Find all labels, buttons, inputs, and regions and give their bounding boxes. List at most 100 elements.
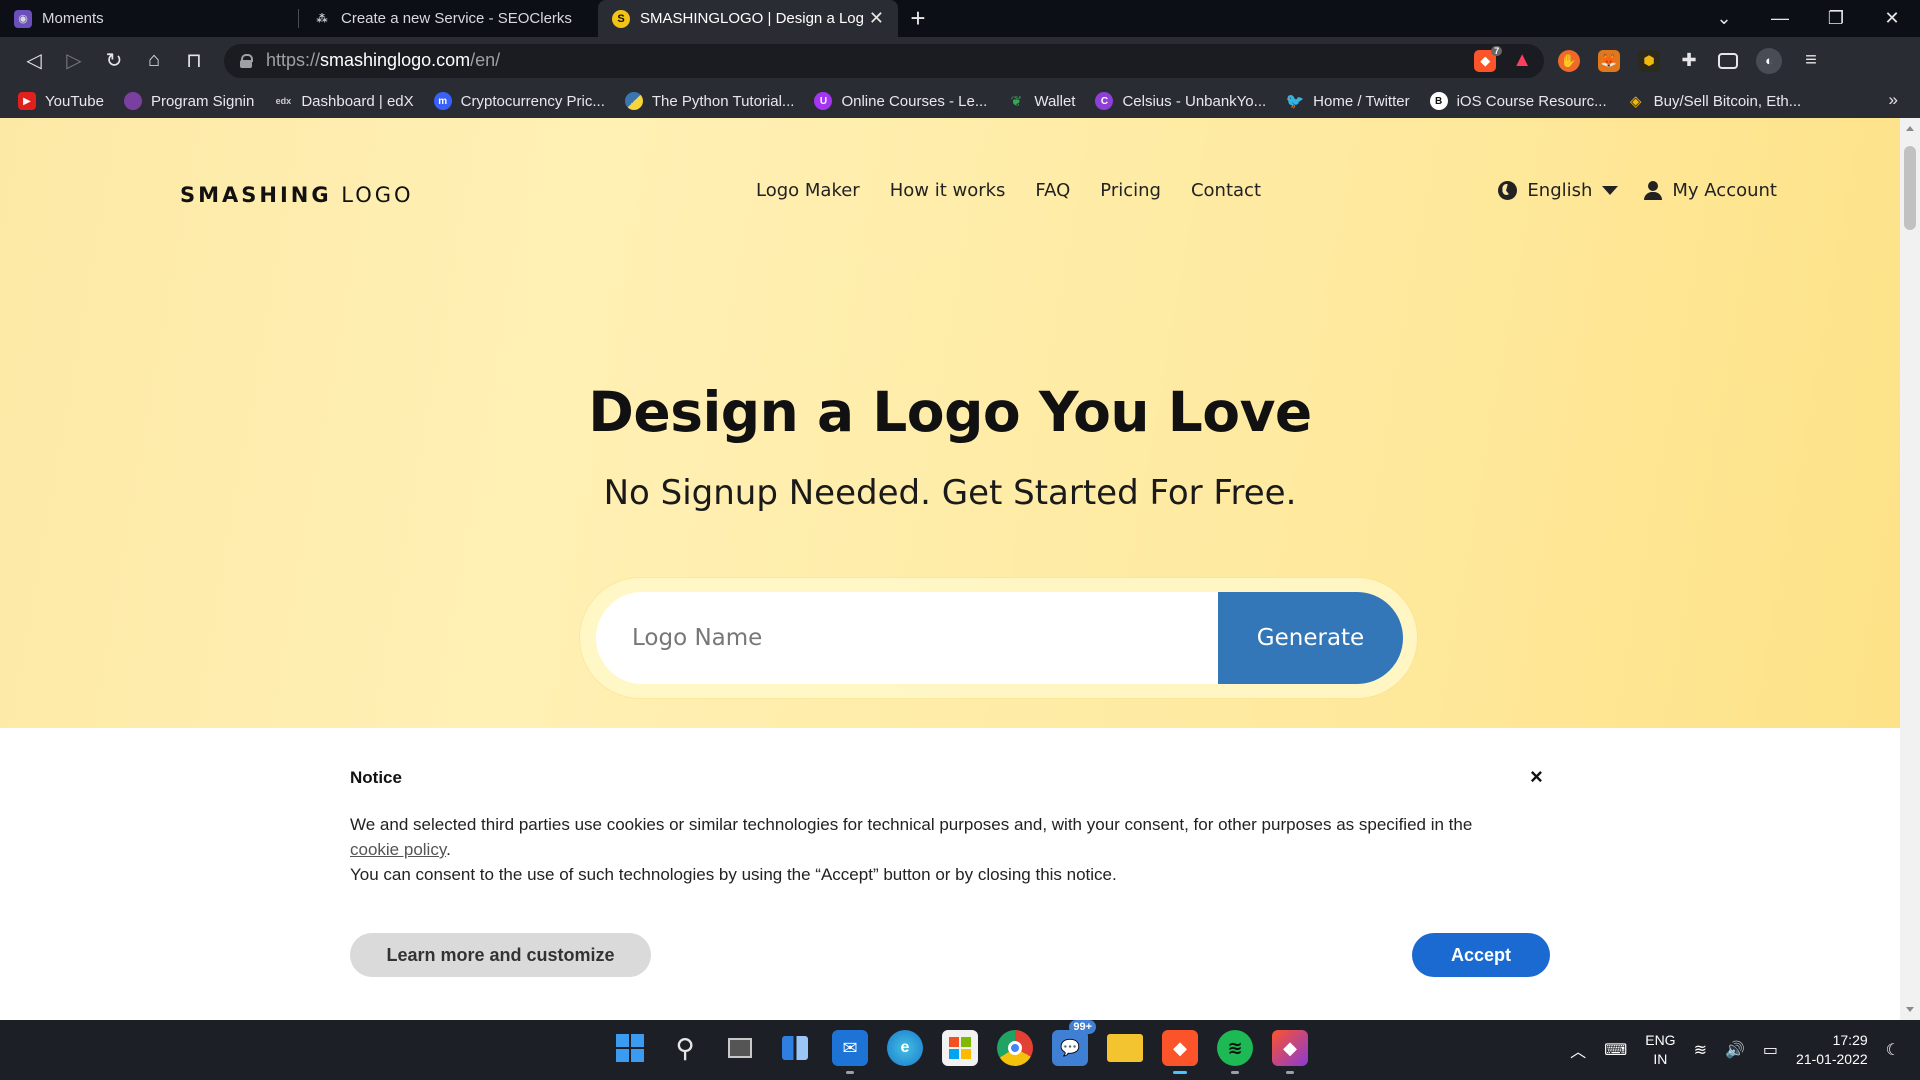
chevron-up-icon[interactable]: ︿ xyxy=(1570,1038,1586,1062)
bookmark-program-signin[interactable]: Program Signin xyxy=(123,92,255,110)
menu-icon[interactable]: ≡ xyxy=(1800,49,1822,72)
header-actions: English My Account xyxy=(1498,180,1777,201)
brave-beta-icon[interactable]: ◆ xyxy=(1272,1030,1308,1074)
notice-body: We and selected third parties use cookie… xyxy=(350,812,1550,887)
nav-faq[interactable]: FAQ xyxy=(1035,180,1070,201)
seoclerks-icon: ⁂ xyxy=(316,13,328,25)
restore-icon[interactable]: ❐ xyxy=(1808,8,1864,29)
brave-rewards-icon[interactable]: ▲ xyxy=(1512,49,1532,72)
binance-icon: ◈ xyxy=(1629,93,1642,110)
keyboard-icon[interactable]: ⌨ xyxy=(1604,1040,1627,1060)
page-scrollbar[interactable] xyxy=(1900,118,1920,1020)
extension-icon[interactable]: ✋ xyxy=(1558,49,1580,72)
learn-more-button[interactable]: Learn more and customize xyxy=(350,933,651,977)
volume-icon[interactable]: 🔊 xyxy=(1725,1040,1745,1060)
close-window-icon[interactable]: ✕ xyxy=(1864,8,1920,29)
notice-text-2: You can consent to the use of such techn… xyxy=(350,865,1117,884)
forward-icon[interactable]: ▷ xyxy=(54,45,94,77)
generate-button[interactable]: Generate xyxy=(1218,592,1403,684)
bookmark-ios-course[interactable]: BiOS Course Resourc... xyxy=(1429,92,1607,110)
clock[interactable]: 17:29 21-01-2022 xyxy=(1796,1031,1868,1069)
brave-icon[interactable]: ◆ xyxy=(1162,1030,1198,1074)
bookmark-label: Online Courses - Le... xyxy=(841,92,988,110)
my-account-link[interactable]: My Account xyxy=(1672,180,1777,201)
bookmark-wallet[interactable]: ❦ Wallet xyxy=(1007,92,1075,110)
chat-icon[interactable]: 💬 99+ xyxy=(1052,1020,1096,1066)
page-viewport: SMASHING LOGO Logo Maker How it works FA… xyxy=(0,118,1920,1020)
running-indicator xyxy=(846,1071,854,1074)
minimize-icon[interactable]: — xyxy=(1752,8,1808,29)
widgets-icon[interactable] xyxy=(777,1030,813,1066)
tab-moments[interactable]: ◉ Moments xyxy=(0,0,299,37)
scroll-up-icon[interactable] xyxy=(1906,126,1914,131)
url-path: /en/ xyxy=(470,50,501,70)
bookmark-edx[interactable]: edx Dashboard | edX xyxy=(274,92,414,110)
avatar[interactable]: ◐ xyxy=(1756,47,1782,74)
ios-course-icon: B xyxy=(1429,92,1448,110)
bookmark-icon[interactable]: ⊓ xyxy=(174,45,214,77)
bookmark-binance[interactable]: ◈ Buy/Sell Bitcoin, Eth... xyxy=(1627,92,1801,111)
scroll-down-icon[interactable] xyxy=(1906,1007,1914,1012)
metamask-icon[interactable]: 🦊 xyxy=(1598,49,1620,72)
system-tray: ︿ ⌨ ENG IN ≋ 🔊 ▭ 17:29 21-01-2022 ☾ xyxy=(1570,1020,1900,1080)
spotify-icon[interactable]: ≋ xyxy=(1217,1030,1253,1074)
tab-search-icon[interactable]: ⌄ xyxy=(1696,8,1752,29)
edge-icon[interactable]: e xyxy=(887,1030,923,1066)
youtube-icon: ▶ xyxy=(18,92,36,110)
url-protocol: https:// xyxy=(266,50,321,70)
scrollbar-thumb[interactable] xyxy=(1904,146,1916,230)
site-logo[interactable]: SMASHING LOGO xyxy=(180,183,414,207)
reload-icon[interactable]: ↻ xyxy=(94,45,134,77)
battery-icon[interactable]: ▭ xyxy=(1763,1040,1778,1060)
bookmark-python[interactable]: The Python Tutorial... xyxy=(624,92,794,110)
wifi-icon[interactable]: ≋ xyxy=(1694,1040,1707,1060)
back-icon[interactable]: ◁ xyxy=(14,45,54,77)
cookie-policy-link[interactable]: cookie policy xyxy=(350,840,446,859)
search-icon[interactable]: ⚲ xyxy=(667,1030,703,1066)
nav-contact[interactable]: Contact xyxy=(1191,180,1261,201)
home-icon[interactable]: ⌂ xyxy=(134,45,174,77)
bookmark-udemy[interactable]: U Online Courses - Le... xyxy=(814,92,987,110)
close-icon[interactable]: × xyxy=(1530,764,1543,790)
mail-icon[interactable]: ✉ xyxy=(832,1030,868,1074)
hero-section: SMASHING LOGO Logo Maker How it works FA… xyxy=(0,118,1900,728)
page-subtitle: No Signup Needed. Get Started For Free. xyxy=(603,473,1297,513)
extensions-puzzle-icon[interactable]: ✚ xyxy=(1678,50,1700,72)
nav-pricing[interactable]: Pricing xyxy=(1100,180,1161,201)
bookmark-celsius[interactable]: C Celsius - UnbankYo... xyxy=(1095,92,1266,110)
bookmarks-bar: ▶ YouTube Program Signin edx Dashboard | e… xyxy=(0,84,1920,118)
nav-logo-maker[interactable]: Logo Maker xyxy=(756,180,860,201)
tab-seoclerks[interactable]: ⁂ Create a new Service - SEOClerks xyxy=(299,0,598,37)
chevron-down-icon[interactable] xyxy=(1602,186,1619,195)
windows-start-icon[interactable] xyxy=(612,1030,648,1066)
new-tab-button[interactable]: + xyxy=(898,0,938,37)
tab-smashinglogo[interactable]: S SMASHINGLOGO | Design a Logo ✕ xyxy=(598,0,898,37)
bookmark-label: Program Signin xyxy=(150,92,255,110)
task-view-icon[interactable] xyxy=(722,1030,758,1066)
language-selector[interactable]: English xyxy=(1527,180,1592,201)
taskbar-apps: ⚲ ✉ e 💬 99+ ◆ ≋ ◆ xyxy=(612,1020,1308,1074)
smashinglogo-icon: S xyxy=(612,9,630,28)
accept-button[interactable]: Accept xyxy=(1412,933,1550,977)
store-icon[interactable] xyxy=(942,1030,978,1066)
folder-icon[interactable] xyxy=(1107,1034,1143,1062)
brave-shields-icon[interactable]: ◆ 7 xyxy=(1474,45,1503,72)
bookmark-youtube[interactable]: ▶ YouTube xyxy=(18,92,104,110)
lang-bottom: IN xyxy=(1653,1051,1668,1067)
address-bar[interactable]: https:// smashinglogo.com /en/ ◆ 7 ▲ xyxy=(224,43,1544,78)
chrome-icon[interactable] xyxy=(997,1030,1033,1066)
language-indicator[interactable]: ENG IN xyxy=(1645,1031,1675,1069)
bookmarks-overflow-icon[interactable]: » xyxy=(1889,90,1898,110)
tab-title: SMASHINGLOGO | Design a Logo xyxy=(640,10,863,27)
moments-icon: ◉ xyxy=(14,9,32,28)
notifications-icon[interactable]: ☾ xyxy=(1886,1040,1900,1060)
nav-how-it-works[interactable]: How it works xyxy=(890,180,1006,201)
bookmark-twitter[interactable]: 🐦 Home / Twitter xyxy=(1286,92,1410,111)
logo-name-input[interactable] xyxy=(596,592,1226,684)
bookmark-cryptocurrency[interactable]: m Cryptocurrency Pric... xyxy=(433,92,605,110)
shields-count: 7 xyxy=(1491,45,1503,56)
window-controls: ⌄ — ❐ ✕ xyxy=(1696,0,1920,37)
wallet-icon[interactable] xyxy=(1718,52,1738,69)
close-icon[interactable]: ✕ xyxy=(869,8,884,29)
binance-wallet-icon[interactable]: ⬢ xyxy=(1638,49,1660,72)
